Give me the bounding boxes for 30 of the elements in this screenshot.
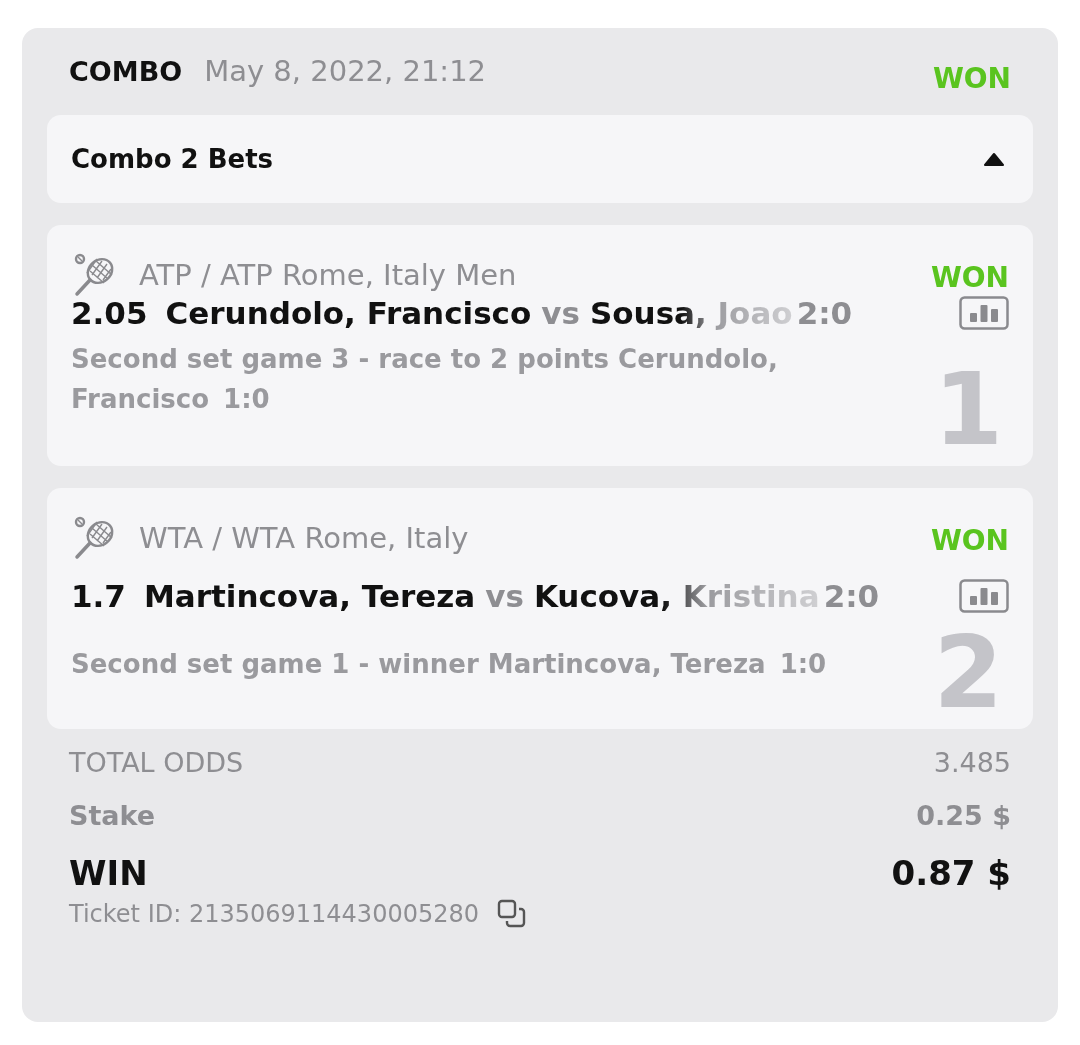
match-score: 2:0 xyxy=(823,578,880,614)
bet-status: WON xyxy=(930,524,1009,557)
team-name: Martincova, Tereza xyxy=(143,578,476,614)
total-odds-label: TOTAL ODDS xyxy=(69,747,244,778)
win-value: 0.87 $ xyxy=(891,853,1011,893)
market-selection: Second set game 3 - race to 2 points Cerundolo, Francisco 1:0 xyxy=(71,343,779,416)
team-name: Cerundolo, Francisco xyxy=(165,295,532,331)
stats-icon[interactable] xyxy=(959,579,1009,613)
bet-status: WON xyxy=(930,261,1009,294)
versus-label: vs xyxy=(485,578,524,614)
odds: 1.7 xyxy=(71,578,126,614)
ticket-id: Ticket ID: 2135069114430005280 xyxy=(69,900,480,928)
market-selection: Second set game 1 - winner Martincova, Tereza 1:0 xyxy=(71,648,828,681)
caret-up-icon[interactable] xyxy=(983,152,1005,166)
combo-toggle[interactable]: Combo 2 Bets xyxy=(47,115,1033,203)
league-name: WTA / WTA Rome, Italy xyxy=(139,521,469,555)
stake-label: Stake xyxy=(69,800,156,831)
bet-type: COMBO xyxy=(69,56,183,87)
odds: 2.05 xyxy=(71,295,148,331)
versus-label: vs xyxy=(541,295,580,331)
win-label: WIN xyxy=(69,853,148,893)
league-name: ATP / ATP Rome, Italy Men xyxy=(139,258,517,292)
stake-value: 0.25 $ xyxy=(916,800,1011,831)
match-score: 2:0 xyxy=(796,295,853,331)
stats-icon[interactable] xyxy=(959,296,1009,330)
copy-icon[interactable] xyxy=(497,899,528,929)
total-odds-value: 3.485 xyxy=(933,747,1011,778)
combo-label: Combo 2 Bets xyxy=(71,144,274,174)
bet-status: WON xyxy=(932,62,1011,95)
bet-date: May 8, 2022, 21:12 xyxy=(204,54,487,88)
